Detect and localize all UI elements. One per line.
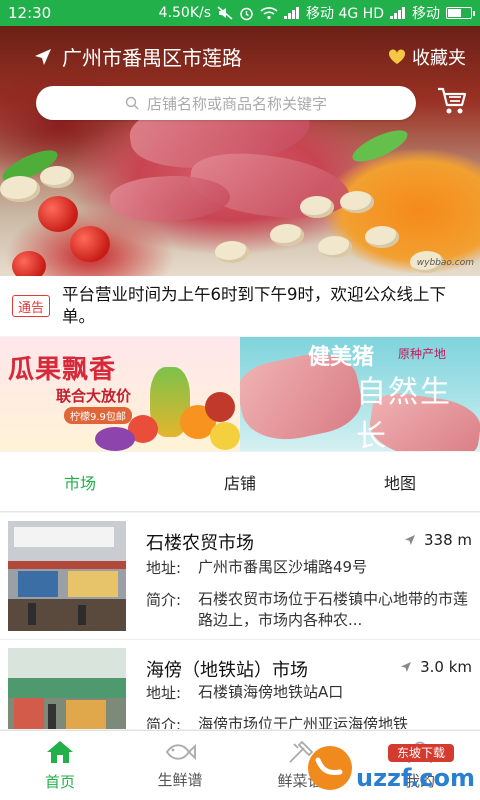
intro-label: 简介:: [146, 591, 182, 609]
notice-tag: 通告: [12, 295, 50, 317]
promo-banner-pork[interactable]: 健美猪 原种产地 自然生长: [240, 337, 480, 451]
market-address-row: 地址: 广州市番禺区沙埔路49号: [146, 557, 472, 578]
watermark-line2: uzzf.com: [356, 764, 474, 792]
watermark-line1: 东坡下载: [397, 746, 445, 760]
promo-fruit-title: 瓜果飘香: [8, 355, 117, 385]
list-item[interactable]: 石楼农贸市场 338 m 地址: 广州市番禺区沙埔路49号 简介: 石楼农贸市场…: [0, 513, 480, 639]
home-icon: [47, 741, 73, 763]
location-text: 广州市番禺区市莲路: [62, 46, 242, 70]
battery-icon: [446, 7, 475, 19]
intro-label: 简介:: [146, 716, 182, 729]
promo-pork-slogan: 自然生长: [356, 375, 452, 451]
nav-fresh[interactable]: 生鲜谱: [120, 731, 240, 800]
market-intro-row: 简介: 石楼农贸市场位于石楼镇中心地带的市莲路边上，市场内各种农...: [146, 589, 472, 631]
nav-home-label: 首页: [44, 773, 75, 791]
market-intro: 石楼农贸市场位于石楼镇中心地带的市莲路边上，市场内各种农...: [198, 590, 469, 629]
promo-pork-origin: 原种产地: [398, 347, 447, 361]
category-tabs: 市场 店铺 地图: [0, 452, 480, 512]
market-address: 广州市番禺区沙埔路49号: [198, 558, 368, 576]
cart-button[interactable]: [436, 86, 468, 120]
location-arrow-icon: [35, 48, 51, 65]
search-placeholder: 店铺名称或商品名称关键字: [146, 94, 327, 113]
signal-icon-2: [390, 7, 406, 19]
search-icon: [125, 96, 139, 110]
tab-map[interactable]: 地图: [320, 452, 480, 511]
location-selector[interactable]: 广州市番禺区市莲路: [34, 42, 242, 71]
tab-shops[interactable]: 店铺: [160, 452, 320, 511]
status-time: 12:30: [8, 4, 52, 22]
favorites-label: 收藏夹: [412, 48, 466, 69]
mute-icon: [217, 6, 233, 20]
carrier-2: 移动: [412, 6, 440, 22]
promo-banner-fruit[interactable]: 瓜果飘香 联合大放价 柠檬9.9包邮: [0, 337, 240, 451]
market-distance: 3.0 km: [400, 658, 472, 676]
favorites-button[interactable]: 收藏夹: [388, 44, 466, 70]
market-photo: [8, 648, 126, 729]
market-address-row: 地址: 石楼镇海傍地铁站A口: [146, 682, 472, 703]
promo-fruit-subtitle: 联合大放价: [56, 387, 132, 405]
signal-icon-1: [284, 7, 300, 19]
carrier-1: 移动 4G HD: [306, 6, 384, 22]
fish-icon: [165, 743, 196, 761]
market-name: 石楼农贸市场: [146, 533, 254, 554]
hero-watermark: wybbao.com: [416, 258, 474, 268]
address-label: 地址:: [146, 559, 182, 577]
market-distance-text: 3.0 km: [420, 658, 472, 676]
promo-fruit-badge: 柠檬9.9包邮: [64, 407, 132, 424]
market-intro: 海傍市场位于广州亚运海傍地铁: [198, 715, 409, 729]
search-input[interactable]: 店铺名称或商品名称关键字: [36, 86, 416, 120]
site-watermark: 东坡下载 uzzf.com: [304, 740, 475, 796]
market-distance-text: 338 m: [423, 531, 472, 549]
distance-arrow-icon: [401, 662, 412, 672]
alarm-icon: [239, 6, 254, 21]
notice-text: 平台营业时间为上午6时到下午9时，欢迎公众线上下单。: [62, 285, 446, 326]
distance-arrow-icon: [404, 535, 415, 545]
market-address: 石楼镇海傍地铁站A口: [198, 683, 344, 701]
market-distance: 338 m: [404, 531, 472, 549]
cart-icon: [438, 87, 467, 114]
tab-market[interactable]: 市场: [0, 452, 160, 511]
status-bar: 12:30 4.50K/s 移动 4G HD 移动: [0, 0, 480, 26]
wifi-icon: [260, 6, 278, 20]
market-list: 石楼农贸市场 338 m 地址: 广州市番禺区沙埔路49号 简介: 石楼农贸市场…: [0, 513, 480, 729]
list-item[interactable]: 海傍（地铁站）市场 3.0 km 地址: 石楼镇海傍地铁站A口 简介: 海傍市场…: [0, 639, 480, 729]
nav-fresh-label: 生鲜谱: [157, 771, 203, 789]
nav-home[interactable]: 首页: [0, 731, 120, 800]
market-photo: [8, 521, 126, 631]
market-name: 海傍（地铁站）市场: [146, 660, 308, 681]
address-label: 地址:: [146, 684, 182, 702]
heart-icon: [388, 49, 406, 64]
notice-bar: 通告 平台营业时间为上午6时到下午9时，欢迎公众线上下单。: [0, 276, 480, 336]
market-intro-row: 简介: 海傍市场位于广州亚运海傍地铁: [146, 714, 472, 729]
net-speed: 4.50K/s: [158, 5, 212, 21]
